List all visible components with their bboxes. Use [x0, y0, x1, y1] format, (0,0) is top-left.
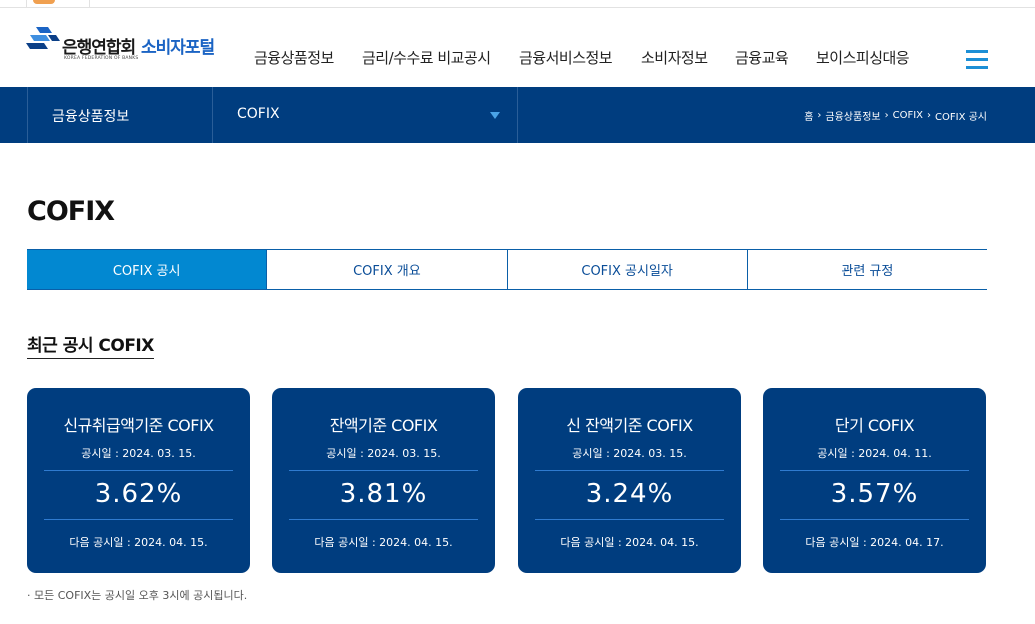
card-disclosure-date: 공시일 : 2024. 03. 15.	[81, 447, 196, 460]
subbar-divider	[212, 87, 213, 143]
card-title: 단기 COFIX	[834, 416, 915, 435]
page-title: COFIX	[27, 196, 115, 227]
chevron-right-icon: ›	[927, 110, 932, 121]
tab-cofix-disclosure[interactable]: COFIX 공시	[27, 250, 268, 289]
card-divider	[535, 470, 724, 471]
card-disclosure-date: 공시일 : 2024. 04. 11.	[817, 447, 932, 460]
breadcrumb-cofix[interactable]: COFIX	[893, 110, 923, 121]
card-next-date: 다음 공시일 : 2024. 04. 15.	[69, 536, 208, 549]
cofix-card-new-balance: 신 잔액기준 COFIX 공시일 : 2024. 03. 15. 3.24% 다…	[518, 388, 741, 573]
card-divider	[44, 519, 233, 520]
card-divider	[780, 519, 969, 520]
caret-down-icon[interactable]	[490, 112, 500, 119]
card-rate: 3.62%	[94, 479, 183, 509]
tab-related-regulations[interactable]: 관련 규정	[747, 250, 987, 289]
nav-item-financial-services[interactable]: 금융서비스정보	[519, 47, 613, 68]
chevron-right-icon: ›	[884, 110, 889, 121]
card-divider	[289, 470, 478, 471]
browser-tab-favicon	[33, 0, 55, 4]
depth1-menu[interactable]: 금융상품정보	[52, 106, 129, 126]
browser-top-strip	[0, 0, 1035, 8]
card-title: 잔액기준 COFIX	[329, 416, 438, 435]
card-divider	[535, 519, 724, 520]
card-rate: 3.57%	[830, 479, 919, 509]
chevron-right-icon: ›	[817, 110, 822, 121]
card-next-date: 다음 공시일 : 2024. 04. 17.	[805, 536, 944, 549]
breadcrumb-home[interactable]: 홈	[804, 108, 813, 123]
card-divider	[780, 470, 969, 471]
disclosure-footnote: · 모든 COFIX는 공시일 오후 3시에 공시됩니다.	[27, 589, 248, 602]
hamburger-menu-icon[interactable]	[966, 50, 988, 70]
logo-portal-name: 소비자포털	[141, 38, 215, 58]
card-divider	[289, 519, 478, 520]
card-title: 신규취급액기준 COFIX	[63, 416, 214, 435]
logo-english-name: KOREA FEDERATION OF BANKS	[64, 56, 139, 61]
breadcrumb: 홈 › 금융상품정보 › COFIX › COFIX 공시	[804, 108, 987, 123]
breadcrumb-current: COFIX 공시	[935, 112, 987, 123]
logo-name: 은행연합회	[62, 38, 136, 58]
card-rate: 3.24%	[585, 479, 674, 509]
site-header: 은행연합회 KOREA FEDERATION OF BANKS 소비자포털 금융…	[0, 9, 1035, 87]
tab-cofix-overview[interactable]: COFIX 개요	[267, 250, 508, 289]
nav-item-consumer-info[interactable]: 소비자정보	[641, 47, 708, 68]
card-rate: 3.81%	[339, 479, 428, 509]
section-title: 최근 공시 COFIX	[27, 331, 154, 359]
subbar-divider	[27, 87, 28, 143]
card-divider	[44, 470, 233, 471]
depth2-menu[interactable]: COFIX	[237, 106, 280, 122]
site-logo[interactable]: 은행연합회 KOREA FEDERATION OF BANKS 소비자포털	[26, 23, 231, 67]
nav-item-voice-phishing[interactable]: 보이스피싱대응	[816, 47, 910, 68]
breadcrumb-financial-products[interactable]: 금융상품정보	[825, 108, 880, 123]
nav-item-financial-products[interactable]: 금융상품정보	[254, 47, 334, 68]
content-tabs: COFIX 공시 COFIX 개요 COFIX 공시일자 관련 규정	[27, 249, 987, 290]
nav-item-rate-fee-comparison[interactable]: 금리/수수료 비교공시	[362, 47, 491, 68]
card-next-date: 다음 공시일 : 2024. 04. 15.	[314, 536, 453, 549]
nav-item-financial-education[interactable]: 금융교육	[735, 47, 789, 68]
cofix-card-balance: 잔액기준 COFIX 공시일 : 2024. 03. 15. 3.81% 다음 …	[272, 388, 495, 573]
sub-navigation-bar: 금융상품정보 COFIX 홈 › 금융상품정보 › COFIX › COFIX …	[0, 87, 1035, 143]
cofix-card-short-term: 단기 COFIX 공시일 : 2024. 04. 11. 3.57% 다음 공시…	[763, 388, 986, 573]
bank-federation-logo-icon	[26, 27, 60, 49]
subbar-divider	[517, 87, 518, 143]
tab-cofix-schedule[interactable]: COFIX 공시일자	[507, 250, 748, 289]
card-next-date: 다음 공시일 : 2024. 04. 15.	[560, 536, 699, 549]
card-disclosure-date: 공시일 : 2024. 03. 15.	[326, 447, 441, 460]
cofix-card-new-transaction: 신규취급액기준 COFIX 공시일 : 2024. 03. 15. 3.62% …	[27, 388, 250, 573]
card-title: 신 잔액기준 COFIX	[566, 416, 693, 435]
card-disclosure-date: 공시일 : 2024. 03. 15.	[572, 447, 687, 460]
